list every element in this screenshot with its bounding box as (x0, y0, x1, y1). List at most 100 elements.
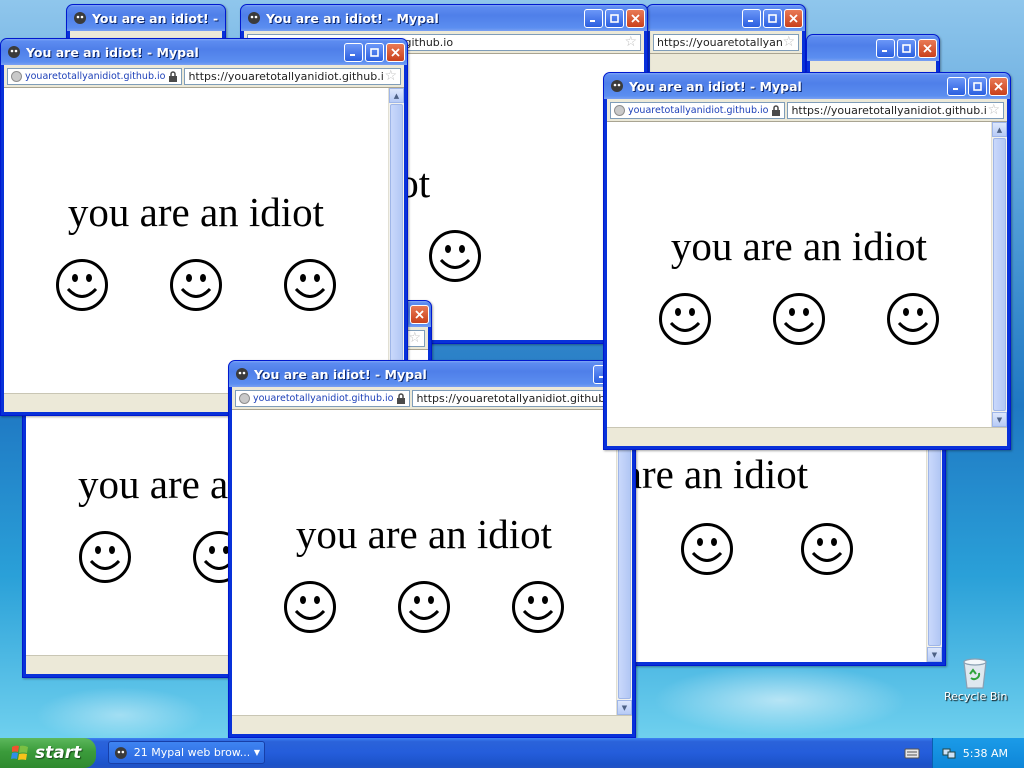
title-bar[interactable] (647, 5, 805, 31)
site-identity[interactable]: youaretotallyanidiot.github.io (7, 67, 183, 85)
network-icon[interactable] (941, 745, 957, 761)
bookmark-star-icon[interactable]: ☆ (782, 35, 795, 49)
bookmark-star-icon[interactable]: ☆ (987, 103, 1000, 117)
maximize-button[interactable] (365, 42, 384, 62)
taskbar-group-mypal[interactable]: 21 Mypal web brow... ▼ (108, 741, 265, 764)
taskbar: start 21 Mypal web brow... ▼ 5:38 AM (0, 738, 1024, 768)
scroll-down-button[interactable]: ▼ (617, 700, 632, 715)
globe-icon (11, 70, 22, 82)
window-title: You are an idiot! - Mypal (254, 366, 427, 382)
smiley-icon (773, 293, 825, 345)
bookmark-star-icon[interactable]: ☆ (408, 331, 421, 345)
smiley-icon (512, 581, 564, 633)
title-bar[interactable]: You are an idiot! - Mypal (241, 5, 647, 31)
status-bar (607, 427, 1007, 446)
window-title: You are an idiot! - Mypal (629, 78, 802, 94)
window-title: You are an idiot! - Mypal (26, 44, 199, 60)
minimize-button[interactable] (876, 38, 895, 58)
page-content: you are an idiot (232, 410, 616, 715)
clock[interactable]: 5:38 AM (963, 747, 1008, 760)
system-tray: 5:38 AM (932, 738, 1024, 768)
smiley-icon (681, 523, 733, 575)
desktop: You are an idiot! - Mypal https://youare… (0, 0, 1024, 738)
scroll-thumb[interactable] (618, 426, 631, 699)
browser-window-1[interactable]: You are an idiot! - Mypal youaretotallya… (228, 360, 636, 738)
address-bar: https://youaretotallyanidiot.github.io☆ (650, 31, 802, 54)
vertical-scrollbar[interactable]: ▲ ▼ (991, 122, 1007, 427)
smiley-icon (284, 581, 336, 633)
site-identity[interactable]: youaretotallyanidiot.github.io (610, 101, 786, 119)
close-button[interactable] (989, 76, 1008, 96)
url-field[interactable]: https://youaretotallyanidiot.github.io (412, 389, 629, 407)
scroll-thumb[interactable] (390, 104, 403, 392)
address-bar: youaretotallyanidiot.github.io https://y… (232, 387, 632, 410)
page-content: you are an idiot (607, 122, 991, 427)
url-field[interactable]: https://youaretotallyanidiot.github.io☆ (787, 101, 1004, 119)
scroll-up-button[interactable]: ▲ (992, 122, 1007, 137)
page-content: you are an idiot (4, 88, 388, 393)
close-button[interactable] (626, 8, 645, 28)
minimize-button[interactable] (584, 8, 603, 28)
smiley-icon (801, 523, 853, 575)
close-button[interactable] (918, 38, 937, 58)
minimize-button[interactable] (947, 76, 966, 96)
start-button[interactable]: start (0, 738, 96, 768)
bookmark-star-icon[interactable]: ☆ (624, 35, 637, 49)
smiley-icon (56, 259, 108, 311)
site-host: youaretotallyanidiot.github.io (253, 392, 394, 404)
minimize-button[interactable] (344, 42, 363, 62)
smiley-icon (429, 230, 481, 282)
bookmark-star-icon[interactable]: ☆ (384, 69, 397, 83)
close-button[interactable] (386, 42, 405, 62)
close-button[interactable] (784, 8, 803, 28)
smiley-icon (659, 293, 711, 345)
recycle-bin-icon (963, 658, 987, 689)
site-identity[interactable]: youaretotallyanidiot.github.io (235, 389, 411, 407)
minimize-button[interactable] (742, 8, 761, 28)
lock-icon (397, 392, 406, 404)
site-host: youaretotallyanidiot.github.io (628, 104, 769, 116)
browser-window-0[interactable]: You are an idiot! - Mypal youaretotallya… (603, 72, 1011, 450)
url-text: https://youaretotallyanidiot.github.io (791, 103, 988, 117)
globe-icon (614, 104, 625, 116)
chevron-down-icon: ▼ (253, 748, 260, 757)
app-icon (236, 368, 248, 380)
scroll-down-button[interactable]: ▼ (992, 412, 1007, 427)
smiley-icon (79, 531, 131, 583)
smiley-icon (887, 293, 939, 345)
start-label: start (35, 743, 82, 763)
maximize-button[interactable] (763, 8, 782, 28)
scroll-down-button[interactable]: ▼ (927, 647, 942, 662)
url-field[interactable]: https://youaretotallyanidiot.github.io☆ (184, 67, 401, 85)
title-bar[interactable]: You are an idiot! - Mypal (229, 361, 635, 387)
app-icon (8, 46, 20, 58)
maximize-button[interactable] (968, 76, 987, 96)
url-text: https://youaretotallyanidiot.github.io (188, 69, 385, 83)
lock-icon (772, 104, 781, 116)
url-text: https://youaretotallyanidiot.github.io (657, 35, 783, 49)
vertical-scrollbar[interactable]: ▲ ▼ (616, 410, 632, 715)
vertical-scrollbar[interactable]: ▲ (388, 88, 404, 393)
title-bar[interactable] (807, 35, 939, 61)
scroll-thumb[interactable] (993, 138, 1006, 411)
title-bar[interactable]: You are an idiot! - Mypal (67, 5, 225, 31)
close-button[interactable] (410, 304, 429, 324)
window-title: You are an idiot! - Mypal (266, 10, 439, 26)
message-text: you are an idiot (67, 189, 325, 235)
recycle-bin[interactable]: Recycle Bin (944, 656, 1007, 703)
taskbar-group-label: 21 Mypal web brow... (133, 746, 249, 759)
smiley-icon (398, 581, 450, 633)
scroll-up-button[interactable]: ▲ (389, 88, 404, 103)
message-text: you are an idiot (632, 451, 809, 497)
url-field[interactable]: https://youaretotallyanidiot.github.io☆ (653, 33, 799, 51)
keyboard-icon[interactable] (904, 745, 920, 761)
maximize-button[interactable] (605, 8, 624, 28)
app-icon (74, 12, 86, 24)
address-bar: youaretotallyanidiot.github.io https://y… (4, 65, 404, 88)
window-title: You are an idiot! - Mypal (92, 10, 223, 26)
app-icon (248, 12, 260, 24)
title-bar[interactable]: You are an idiot! - Mypal (1, 39, 407, 65)
title-bar[interactable]: You are an idiot! - Mypal (604, 73, 1010, 99)
windows-logo-icon (11, 745, 28, 760)
maximize-button[interactable] (897, 38, 916, 58)
